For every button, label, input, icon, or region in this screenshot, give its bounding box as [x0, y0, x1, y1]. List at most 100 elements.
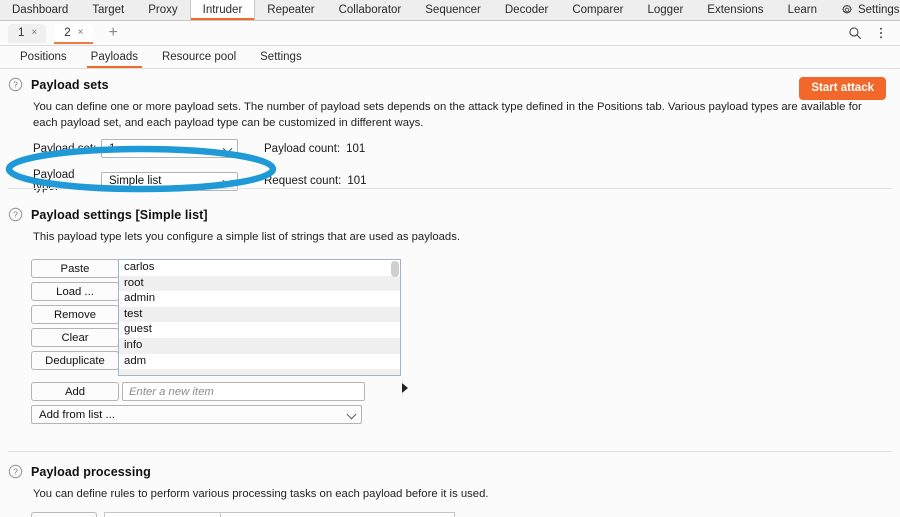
payload-processing-header: ? Payload processing — [0, 464, 900, 479]
payload-set-dropdown[interactable]: 1 — [101, 139, 238, 158]
main-nav-label: Decoder — [504, 4, 549, 16]
request-count-value: 101 — [347, 175, 367, 187]
list-item[interactable]: guest — [119, 322, 400, 338]
add-tab-button[interactable]: + — [105, 25, 122, 41]
payload-sets-section: ? Payload sets You can define one or mor… — [0, 77, 900, 193]
payload-settings-title: Payload settings [Simple list] — [31, 207, 208, 222]
attack-tab-2[interactable]: 2 × — [54, 23, 93, 44]
attack-tab-label: 2 — [64, 27, 71, 39]
list-item-partial[interactable] — [119, 369, 400, 375]
request-count-label: Request count: — [264, 175, 342, 187]
main-nav-repeater[interactable]: Repeater — [255, 0, 326, 20]
payload-list[interactable]: carlos root admin test guest info adm — [118, 259, 401, 376]
svg-text:?: ? — [13, 210, 18, 220]
payload-settings-description: This payload type lets you configure a s… — [33, 231, 460, 243]
add-from-list-label: Add from list ... — [39, 408, 115, 421]
close-icon[interactable]: × — [78, 28, 84, 38]
main-nav-collaborator[interactable]: Collaborator — [327, 0, 414, 20]
help-circle-icon[interactable]: ? — [8, 207, 23, 222]
tab-settings[interactable]: Settings — [248, 46, 314, 68]
settings-label: Settings — [857, 4, 900, 16]
main-nav-label: Logger — [647, 4, 684, 16]
paste-button[interactable]: Paste — [31, 259, 119, 278]
main-nav-proxy[interactable]: Proxy — [136, 0, 189, 20]
payload-type-row: Payload type: Simple list Request count:… — [33, 169, 367, 193]
payload-processing-rules-table[interactable] — [104, 512, 455, 517]
main-nav-label: Collaborator — [338, 4, 402, 16]
main-nav-label: Target — [92, 4, 125, 16]
main-nav-target[interactable]: Target — [80, 0, 136, 20]
list-item[interactable]: test — [119, 306, 400, 323]
remove-button[interactable]: Remove — [31, 305, 119, 324]
expand-right-triangle-icon[interactable] — [402, 383, 408, 393]
payload-processing-description: You can define rules to perform various … — [33, 488, 489, 500]
start-attack-button[interactable]: Start attack — [799, 77, 886, 100]
add-from-list-dropdown[interactable]: Add from list ... — [31, 405, 362, 424]
main-nav-comparer[interactable]: Comparer — [560, 0, 635, 20]
tab-label: Resource pool — [161, 51, 237, 63]
divider — [8, 188, 892, 189]
tab-strip-actions — [848, 26, 900, 40]
main-nav-learn[interactable]: Learn — [776, 0, 829, 20]
divider — [8, 451, 892, 452]
payload-settings-section: ? Payload settings [Simple list] This pa… — [0, 207, 900, 245]
main-nav-logger[interactable]: Logger — [635, 0, 695, 20]
main-nav-label: Intruder — [202, 4, 243, 16]
main-nav-sequencer[interactable]: Sequencer — [413, 0, 493, 20]
load-button[interactable]: Load ... — [31, 282, 119, 301]
main-nav-decoder[interactable]: Decoder — [493, 0, 560, 20]
tab-label: Positions — [20, 51, 67, 63]
tab-label: Settings — [260, 51, 302, 63]
table-column-divider — [220, 513, 221, 517]
tab-resource-pool[interactable]: Resource pool — [150, 46, 248, 68]
payload-set-row: Payload set: 1 Payload count: 101 — [33, 139, 365, 158]
main-nav-settings[interactable]: Settings — [829, 0, 900, 20]
list-item[interactable]: carlos — [119, 260, 400, 276]
main-nav-label: Extensions — [707, 4, 764, 16]
payload-count-value: 101 — [346, 142, 366, 155]
main-nav-label: Proxy — [148, 4, 178, 16]
main-nav-dashboard[interactable]: Dashboard — [0, 0, 80, 20]
svg-text:?: ? — [13, 80, 18, 90]
payload-type-label: Payload type: — [33, 169, 75, 193]
add-item-input[interactable] — [122, 382, 365, 401]
main-nav-label: Comparer — [572, 4, 624, 16]
payloads-panel: ? Payload sets You can define one or mor… — [0, 69, 900, 517]
main-nav-label: Sequencer — [425, 4, 481, 16]
tab-payloads[interactable]: Payloads — [79, 46, 150, 68]
close-icon[interactable]: × — [31, 28, 37, 38]
intruder-sub-tabs: Positions Payloads Resource pool Setting… — [0, 46, 900, 69]
help-circle-icon[interactable]: ? — [8, 464, 23, 479]
payload-sets-header: ? Payload sets — [0, 77, 900, 92]
payload-type-value: Simple list — [109, 175, 162, 187]
list-item[interactable]: adm — [119, 354, 400, 370]
search-icon[interactable] — [848, 26, 862, 40]
payload-sets-description: You can define one or more payload sets.… — [33, 101, 862, 130]
payload-processing-section: ? Payload processing You can define rule… — [0, 464, 900, 502]
main-nav-intruder[interactable]: Intruder — [189, 0, 256, 20]
payload-settings-header: ? Payload settings [Simple list] — [0, 207, 900, 222]
list-item[interactable]: admin — [119, 291, 400, 307]
chevron-down-icon — [346, 409, 357, 419]
attack-tab-1[interactable]: 1 × — [8, 23, 47, 43]
add-button[interactable]: Add — [31, 382, 119, 401]
burp-suite-window: Dashboard Target Proxy Intruder Repeater… — [0, 0, 900, 517]
payload-set-value: 1 — [109, 142, 116, 155]
clear-button[interactable]: Clear — [31, 328, 119, 347]
main-nav-extensions[interactable]: Extensions — [695, 0, 775, 20]
payload-list-scrollbar[interactable] — [391, 261, 399, 374]
help-circle-icon[interactable]: ? — [8, 77, 23, 92]
chevron-down-icon — [222, 143, 233, 153]
list-item[interactable]: info — [119, 337, 400, 354]
main-navigation-bar: Dashboard Target Proxy Intruder Repeater… — [0, 0, 900, 21]
list-item[interactable]: root — [119, 275, 400, 292]
tab-positions[interactable]: Positions — [8, 46, 79, 68]
svg-text:?: ? — [13, 467, 18, 477]
gear-icon — [842, 4, 852, 14]
kebab-menu-icon[interactable] — [874, 26, 888, 40]
payload-processing-add-button[interactable] — [31, 512, 97, 517]
deduplicate-button[interactable]: Deduplicate — [31, 351, 119, 370]
payload-processing-title: Payload processing — [31, 464, 151, 479]
scrollbar-thumb[interactable] — [391, 261, 399, 277]
payload-sets-title: Payload sets — [31, 77, 109, 92]
